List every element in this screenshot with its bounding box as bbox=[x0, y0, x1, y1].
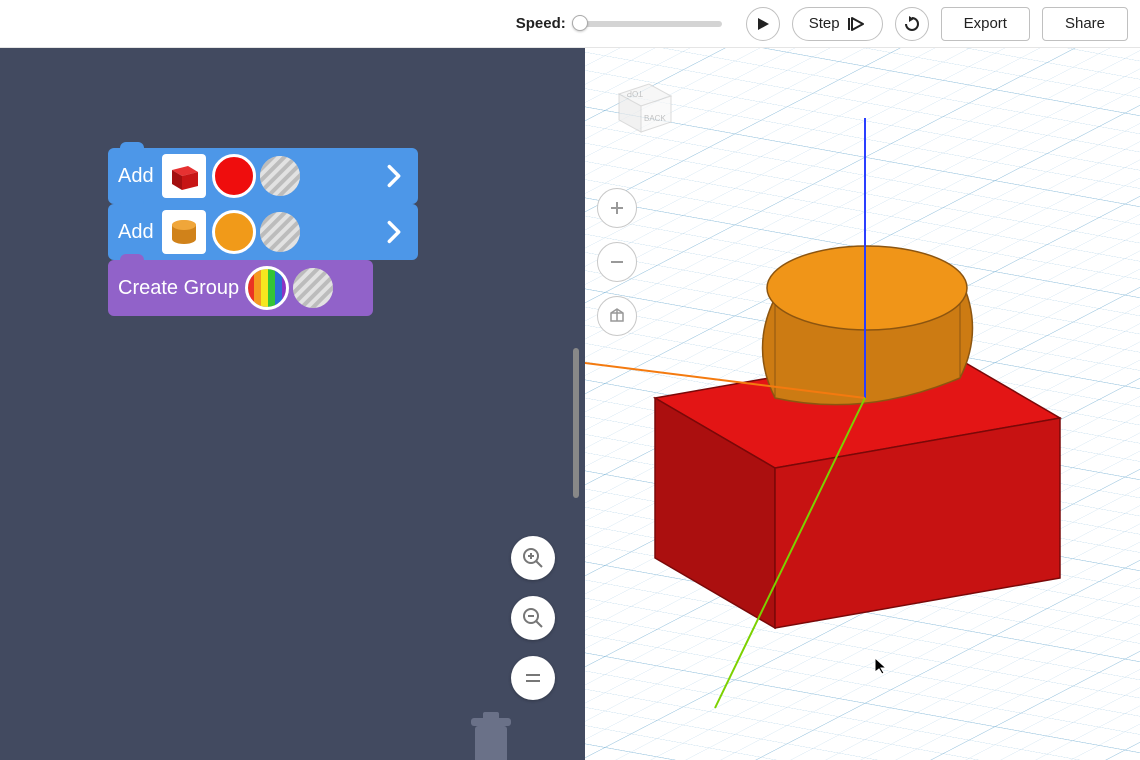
chevron-right-icon[interactable] bbox=[380, 162, 408, 190]
block-label: Create Group bbox=[118, 277, 239, 300]
color-swatch-rainbow[interactable] bbox=[247, 268, 287, 308]
minus-icon bbox=[608, 253, 626, 271]
home-view-icon bbox=[607, 306, 627, 326]
shape-thumb-box[interactable] bbox=[162, 154, 206, 198]
cursor-icon bbox=[875, 658, 891, 674]
undo-button[interactable] bbox=[895, 7, 929, 41]
step-label: Step bbox=[809, 15, 840, 32]
speed-slider[interactable] bbox=[572, 21, 722, 27]
viewcube-top-label: TOP bbox=[627, 89, 643, 98]
block-add-box[interactable]: Add bbox=[108, 148, 418, 204]
block-label: Add bbox=[118, 165, 154, 188]
zoom-reset-button[interactable] bbox=[511, 656, 555, 700]
viewport-3d[interactable]: TOP BACK bbox=[585, 48, 1140, 760]
block-create-group[interactable]: Create Group bbox=[108, 260, 373, 316]
plus-icon bbox=[608, 199, 626, 217]
top-toolbar: Speed: Step Export Share bbox=[0, 0, 1140, 48]
color-swatch-hole[interactable] bbox=[293, 268, 333, 308]
speed-control-group: Speed: bbox=[516, 15, 722, 32]
viewcube-back-label: BACK bbox=[644, 114, 666, 123]
share-label: Share bbox=[1065, 15, 1105, 32]
workarea: Add Add bbox=[0, 48, 1140, 760]
stripes-icon bbox=[260, 212, 300, 252]
block-label: Add bbox=[118, 221, 154, 244]
view-home-button[interactable] bbox=[597, 296, 637, 336]
color-swatch-orange[interactable] bbox=[214, 212, 254, 252]
zoom-out-button[interactable] bbox=[511, 596, 555, 640]
zoom-in-button[interactable] bbox=[511, 536, 555, 580]
play-button[interactable] bbox=[746, 7, 780, 41]
stripes-icon bbox=[293, 268, 333, 308]
export-button[interactable]: Export bbox=[941, 7, 1030, 41]
color-swatch-red[interactable] bbox=[214, 156, 254, 196]
trash-icon[interactable] bbox=[467, 712, 515, 760]
view-zoom-in-button[interactable] bbox=[597, 188, 637, 228]
step-icon bbox=[848, 17, 866, 31]
color-swatch-hole[interactable] bbox=[260, 212, 300, 252]
play-icon bbox=[756, 17, 770, 31]
zoom-in-icon bbox=[522, 547, 544, 569]
share-button[interactable]: Share bbox=[1042, 7, 1128, 41]
undo-icon bbox=[903, 15, 921, 33]
scene-cylinder bbox=[763, 246, 973, 405]
shape-thumb-cylinder[interactable] bbox=[162, 210, 206, 254]
view-zoom-out-button[interactable] bbox=[597, 242, 637, 282]
code-panel: Add Add bbox=[0, 48, 585, 760]
stripes-icon bbox=[260, 156, 300, 196]
rainbow-icon bbox=[247, 268, 287, 308]
equals-icon bbox=[524, 671, 542, 685]
view-controls bbox=[597, 188, 637, 336]
chevron-right-icon[interactable] bbox=[380, 218, 408, 246]
viewport-canvas bbox=[585, 48, 1140, 760]
speed-label: Speed: bbox=[516, 15, 566, 32]
color-swatch-hole[interactable] bbox=[260, 156, 300, 196]
cylinder-icon bbox=[166, 214, 202, 250]
block-add-cylinder[interactable]: Add bbox=[108, 204, 418, 260]
scrollbar-thumb[interactable] bbox=[573, 348, 579, 498]
code-zoom-controls bbox=[511, 536, 555, 700]
viewcube[interactable]: TOP BACK bbox=[609, 72, 679, 142]
step-button[interactable]: Step bbox=[792, 7, 883, 41]
box-icon bbox=[166, 158, 202, 194]
export-label: Export bbox=[964, 15, 1007, 32]
zoom-out-icon bbox=[522, 607, 544, 629]
